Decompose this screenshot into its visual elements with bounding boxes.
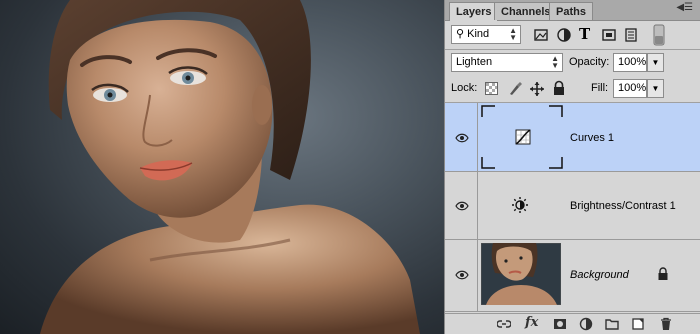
layer-name[interactable]: Curves 1 (570, 132, 614, 144)
new-layer-icon[interactable] (631, 317, 645, 331)
search-icon: ⚲ (456, 28, 465, 40)
tab-paths[interactable]: Paths (549, 2, 593, 20)
lock-position-icon[interactable] (529, 81, 545, 97)
divider (477, 240, 478, 311)
fill-input[interactable]: 100% (613, 79, 647, 98)
adjustment-layer-icon[interactable] (579, 317, 593, 331)
filter-smart-object-icon[interactable] (623, 27, 639, 43)
layer-row-curves[interactable]: Curves 1 (445, 103, 700, 172)
lock-row: Lock: Fill: 100% ▼ (445, 75, 700, 102)
filter-type-icon[interactable]: T (579, 25, 595, 43)
link-layers-icon[interactable] (497, 317, 511, 331)
fill-label: Fill: (591, 82, 609, 94)
blend-mode-select[interactable]: Lighten ▲ ▼ (451, 53, 563, 72)
panel-menu-icon[interactable]: ◀☰ (676, 2, 693, 13)
panel-tab-bar: Layers Channels Paths ◀☰ (445, 0, 700, 21)
layer-row-background[interactable]: Background (445, 240, 700, 312)
opacity-label: Opacity: (569, 56, 610, 68)
layers-panel: Layers Channels Paths ◀☰ ⚲ Kind ▲ ▼ T Lig… (444, 0, 700, 334)
layer-name[interactable]: Background (570, 269, 629, 281)
lock-transparent-icon[interactable] (485, 82, 498, 95)
photo-thumbnail[interactable] (481, 243, 561, 305)
tab-channels[interactable]: Channels (494, 2, 558, 20)
select-arrows-icon: ▲ ▼ (551, 54, 559, 70)
filter-toggle-icon[interactable] (653, 24, 665, 46)
fill-dropdown-icon[interactable]: ▼ (647, 79, 664, 98)
filter-row: ⚲ Kind ▲ ▼ T (445, 21, 700, 49)
lock-all-icon[interactable] (551, 80, 567, 96)
divider (477, 103, 478, 171)
layer-lock-icon (658, 267, 668, 280)
opacity-dropdown-icon[interactable]: ▼ (647, 53, 664, 72)
fx-icon[interactable]: fx (525, 315, 543, 330)
blend-mode-value: Lighten (456, 56, 493, 68)
add-mask-icon[interactable] (553, 317, 567, 331)
filter-kind-label: Kind (467, 28, 490, 40)
filter-kind-select[interactable]: ⚲ Kind ▲ ▼ (451, 25, 521, 44)
lock-brush-icon[interactable] (507, 81, 523, 97)
filter-adjustment-icon[interactable] (556, 27, 572, 43)
layer-name[interactable]: Brightness/Contrast 1 (570, 200, 676, 212)
canvas-photo (0, 0, 444, 334)
tab-layers[interactable]: Layers (449, 2, 499, 21)
visibility-eye-icon[interactable] (455, 133, 469, 143)
layer-row-brightness-contrast[interactable]: Brightness/Contrast 1 (445, 172, 700, 240)
visibility-eye-icon[interactable] (455, 201, 469, 211)
new-group-icon[interactable] (605, 317, 619, 331)
layers-bottom-bar: fx (445, 313, 700, 334)
divider (477, 172, 478, 239)
opacity-input[interactable]: 100% (613, 53, 647, 72)
visibility-eye-icon[interactable] (455, 270, 469, 280)
delete-layer-icon[interactable] (659, 317, 673, 331)
filter-shape-icon[interactable] (601, 27, 617, 43)
blend-row: Lighten ▲ ▼ Opacity: 100% ▼ (445, 50, 700, 75)
select-arrows-icon: ▲ ▼ (509, 26, 517, 42)
brightness-contrast-icon (512, 197, 528, 213)
curves-icon (515, 129, 531, 145)
lock-label: Lock: (451, 82, 478, 94)
portrait-image (40, 0, 420, 334)
filter-pixel-icon[interactable] (533, 27, 549, 43)
